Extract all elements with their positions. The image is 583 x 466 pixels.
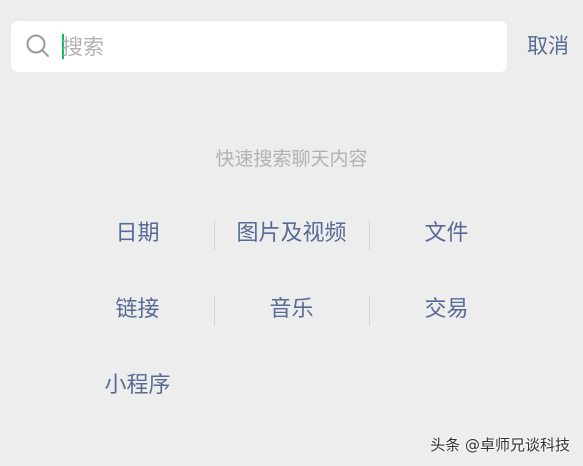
category-transactions[interactable]: 交易 xyxy=(369,290,524,330)
category-files[interactable]: 文件 xyxy=(369,214,524,254)
category-links[interactable]: 链接 xyxy=(60,290,215,330)
search-bar[interactable] xyxy=(11,21,507,72)
search-icon xyxy=(26,34,49,57)
category-images-videos[interactable]: 图片及视频 xyxy=(214,214,369,254)
category-date[interactable]: 日期 xyxy=(60,214,215,254)
quick-search-title: 快速搜索聊天内容 xyxy=(215,148,368,170)
cancel-button[interactable]: 取消 xyxy=(520,27,576,65)
watermark: 头条 @卓师兄谈科技 xyxy=(430,436,570,454)
category-mini-programs[interactable]: 小程序 xyxy=(60,366,215,406)
category-music[interactable]: 音乐 xyxy=(214,290,369,330)
search-input[interactable] xyxy=(62,21,492,72)
